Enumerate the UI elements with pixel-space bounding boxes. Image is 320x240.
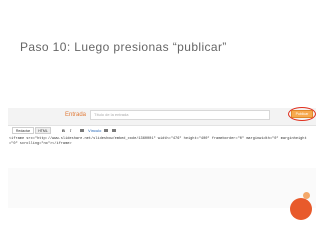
decor-circle-large <box>290 198 312 220</box>
image-icon[interactable] <box>104 129 108 132</box>
entry-label: Entrada <box>65 112 87 118</box>
publish-highlight-ring <box>288 107 316 121</box>
bold-button[interactable]: B <box>62 127 65 134</box>
slide-title: Paso 10: Luego presionas “publicar” <box>20 40 227 54</box>
post-title-input[interactable]: Título de la entrada <box>90 110 270 120</box>
video-icon[interactable] <box>112 129 116 132</box>
tab-compose[interactable]: Redactar <box>12 127 34 134</box>
html-code-area[interactable]: <iframe src="http://www.slideshare.net/s… <box>8 136 316 168</box>
embed-code-text: <iframe src="http://www.slideshare.net/s… <box>9 137 307 146</box>
tab-html[interactable]: HTML <box>35 127 51 134</box>
insert-link-button[interactable]: Vínculo <box>88 127 101 134</box>
italic-button[interactable]: I <box>70 127 71 134</box>
editor-screenshot: Entrada Título de la entrada Publicar Re… <box>8 107 316 208</box>
link-icon[interactable] <box>80 129 84 132</box>
